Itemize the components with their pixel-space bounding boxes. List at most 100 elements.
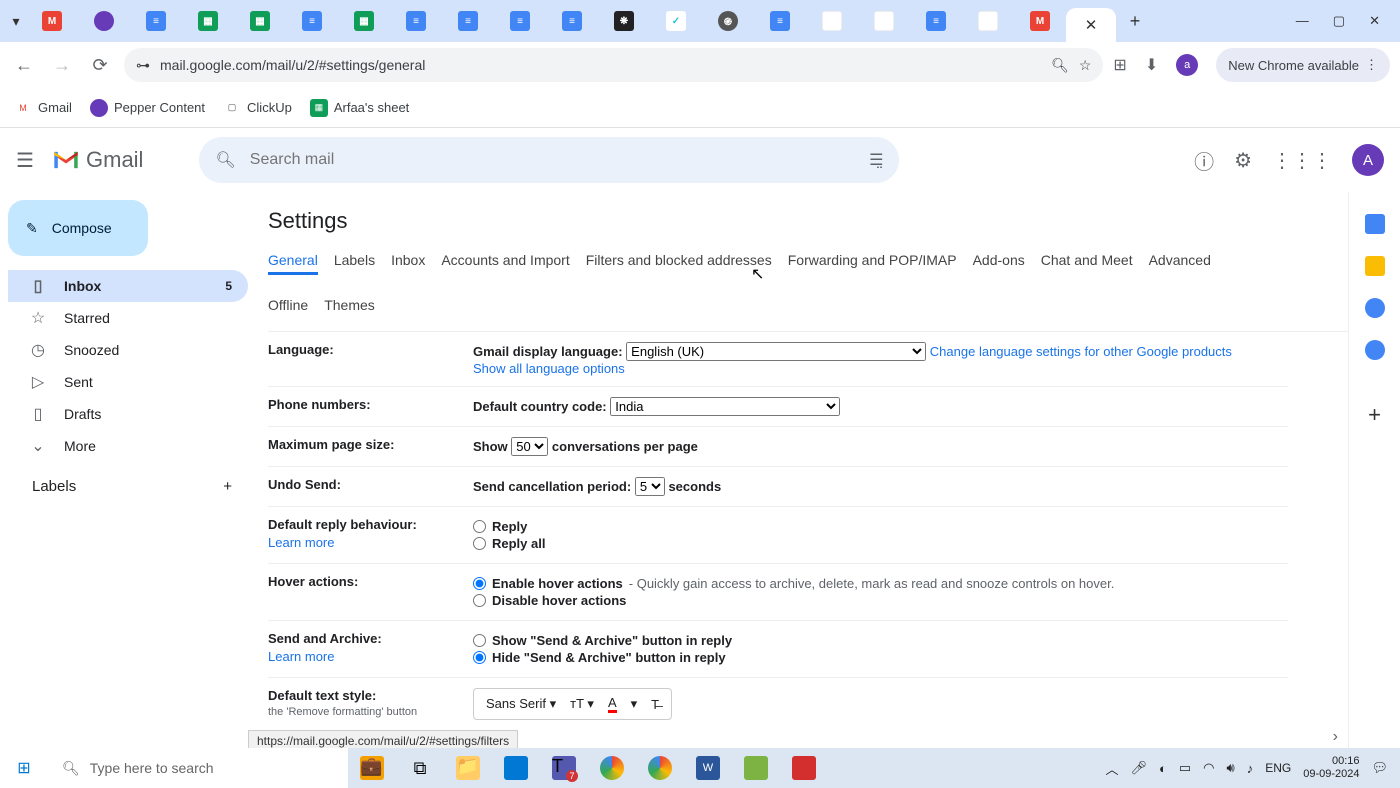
tb-taskview[interactable]: ⧉ — [396, 748, 444, 788]
add-label-icon[interactable]: + — [223, 478, 232, 495]
tray-battery-icon[interactable]: ▭ — [1179, 760, 1191, 776]
font-size-icon[interactable]: тT ▾ — [570, 696, 594, 712]
sidebar-item-inbox[interactable]: ▯Inbox5 — [8, 270, 248, 302]
tab-favicon[interactable]: ✓ — [666, 11, 686, 31]
sidebar-item-sent[interactable]: ▷Sent — [8, 366, 248, 398]
reply-radio[interactable] — [473, 520, 486, 533]
tb-chrome[interactable] — [588, 748, 636, 788]
show-archive-radio[interactable] — [473, 634, 486, 647]
tab-favicon[interactable]: ≡ — [770, 11, 790, 31]
tab-favicon[interactable]: ≡ — [458, 11, 478, 31]
pagesize-select[interactable]: 50 — [511, 437, 548, 456]
tab-offline[interactable]: Offline — [268, 293, 308, 317]
sidebar-item-snoozed[interactable]: ◷Snoozed — [8, 334, 248, 366]
main-menu-icon[interactable]: ☰ — [16, 148, 40, 173]
active-tab[interactable]: ✕ — [1066, 8, 1116, 42]
chevron-right-icon[interactable]: › — [1333, 728, 1338, 746]
tab-inbox[interactable]: Inbox — [391, 248, 425, 275]
tab-favicon[interactable]: ≡ — [406, 11, 426, 31]
window-close[interactable]: ✕ — [1369, 13, 1380, 29]
tb-outlook[interactable] — [492, 748, 540, 788]
show-all-languages-link[interactable]: Show all language options — [473, 361, 625, 376]
tab-favicon[interactable]: ≡ — [146, 11, 166, 31]
tb-app[interactable]: 💼 — [348, 748, 396, 788]
tb-chrome2[interactable] — [636, 748, 684, 788]
change-language-link[interactable]: Change language settings for other Googl… — [930, 344, 1232, 359]
bookmark-item[interactable]: MGmail — [14, 99, 72, 117]
address-bar[interactable]: ⊶ mail.google.com/mail/u/2/#settings/gen… — [124, 48, 1103, 82]
contacts-icon[interactable] — [1365, 340, 1385, 360]
tab-general[interactable]: General — [268, 248, 318, 275]
tb-app3[interactable] — [780, 748, 828, 788]
tray-clock[interactable]: 00:16 09-09-2024 — [1303, 755, 1359, 781]
undo-select[interactable]: 5 — [635, 477, 665, 496]
start-button[interactable]: ⊞ — [0, 748, 48, 788]
search-input[interactable] — [250, 151, 855, 169]
tray-sync-icon[interactable]: ♪ — [1247, 761, 1254, 776]
tab-favicon[interactable]: ≡ — [510, 11, 530, 31]
tray-lang[interactable]: ENG — [1265, 761, 1291, 775]
add-panel-icon[interactable]: + — [1368, 402, 1381, 428]
settings-gear-icon[interactable]: ⚙ — [1234, 148, 1252, 173]
support-icon[interactable]: ⓘ — [1194, 146, 1214, 175]
tab-chat[interactable]: Chat and Meet — [1041, 248, 1133, 275]
tab-favicon[interactable]: ≡ — [926, 11, 946, 31]
tab-favicon[interactable]: ≡ — [302, 11, 322, 31]
tab-labels[interactable]: Labels — [334, 248, 375, 275]
tab-advanced[interactable]: Advanced — [1149, 248, 1211, 275]
apps-grid-icon[interactable]: ⋮⋮⋮ — [1272, 148, 1332, 173]
font-family-select[interactable]: Sans Serif ▾ — [486, 696, 556, 712]
tasks-icon[interactable] — [1365, 298, 1385, 318]
forward-button[interactable]: → — [48, 51, 76, 79]
settings-body[interactable]: Language: Gmail display language: Englis… — [268, 331, 1348, 731]
tabs-dropdown-icon[interactable]: ▾ — [6, 13, 26, 30]
extensions-icon[interactable]: ⊞ — [1113, 55, 1126, 75]
language-select[interactable]: English (UK) — [626, 342, 926, 361]
tray-wifi-icon[interactable]: ◠ — [1203, 760, 1214, 776]
chrome-update-chip[interactable]: New Chrome available ⋮ — [1216, 48, 1390, 82]
tab-favicon[interactable]: M — [42, 11, 62, 31]
reply-all-radio[interactable] — [473, 537, 486, 550]
tb-word[interactable]: W — [684, 748, 732, 788]
tab-filters[interactable]: Filters and blocked addresses — [586, 248, 772, 275]
text-color-icon[interactable]: A — [608, 695, 617, 713]
downloads-icon[interactable]: ⬇ — [1145, 55, 1158, 75]
tab-favicon[interactable]: ≡ — [562, 11, 582, 31]
tray-mic-icon[interactable]: 🎤︎ — [1130, 760, 1147, 776]
tab-accounts[interactable]: Accounts and Import — [441, 248, 569, 275]
country-code-select[interactable]: India — [610, 397, 840, 416]
back-button[interactable]: ← — [10, 51, 38, 79]
tab-favicon[interactable]: ❋ — [614, 11, 634, 31]
tab-favicon[interactable]: M — [1030, 11, 1050, 31]
calendar-icon[interactable] — [1365, 214, 1385, 234]
tb-app2[interactable] — [732, 748, 780, 788]
keep-icon[interactable] — [1365, 256, 1385, 276]
search-in-page-icon[interactable]: 🔍︎ — [1051, 57, 1069, 74]
taskbar-search[interactable]: 🔍︎Type here to search — [48, 748, 348, 788]
tab-favicon[interactable]: ◆ — [978, 11, 998, 31]
new-tab-button[interactable]: + — [1122, 11, 1148, 32]
window-maximize[interactable]: ▢ — [1333, 13, 1345, 29]
remove-formatting-icon[interactable]: T̶ — [651, 697, 659, 712]
hover-disable-radio[interactable] — [473, 594, 486, 607]
tab-themes[interactable]: Themes — [324, 293, 375, 317]
sidebar-item-more[interactable]: ⌄More — [8, 430, 248, 462]
learn-more-link[interactable]: Learn more — [268, 649, 473, 664]
tab-favicon[interactable]: ▦ — [250, 11, 270, 31]
profile-avatar[interactable]: a — [1176, 54, 1198, 76]
bookmark-item[interactable]: ▢ClickUp — [223, 99, 292, 117]
compose-button[interactable]: ✎ Compose — [8, 200, 148, 256]
bookmark-item[interactable]: ▦Arfaa's sheet — [310, 99, 409, 117]
tray-volume-icon[interactable]: 🔊︎ — [1226, 760, 1234, 776]
bookmark-item[interactable]: Pepper Content — [90, 99, 205, 117]
tray-notifications-icon[interactable]: 💬︎ — [1371, 760, 1388, 776]
sidebar-item-drafts[interactable]: ▯Drafts — [8, 398, 248, 430]
window-minimize[interactable]: — — [1296, 13, 1309, 29]
search-mail-box[interactable]: 🔍︎ ☰̤ — [199, 137, 899, 183]
tray-chevron-icon[interactable]: ︿ — [1105, 759, 1118, 778]
tab-favicon[interactable]: ▦ — [198, 11, 218, 31]
tab-favicon[interactable] — [94, 11, 114, 31]
tab-favicon[interactable]: ◆ — [874, 11, 894, 31]
tb-explorer[interactable]: 📁 — [444, 748, 492, 788]
hover-enable-radio[interactable] — [473, 577, 486, 590]
